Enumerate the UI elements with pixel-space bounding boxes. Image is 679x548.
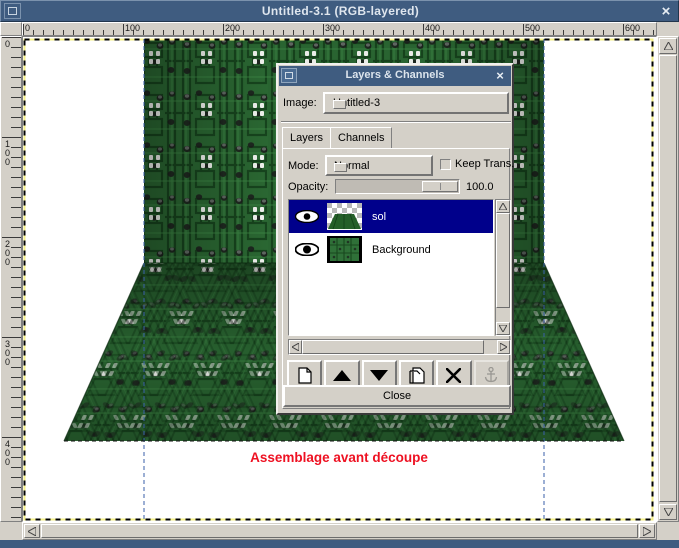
layer-name-background: Background	[372, 244, 431, 256]
window-close-icon[interactable]: ×	[656, 2, 676, 21]
opacity-slider-handle[interactable]	[422, 181, 458, 192]
svg-text:400: 400	[425, 23, 440, 33]
svg-text:0: 0	[5, 257, 10, 267]
layer-list[interactable]: sol	[288, 199, 494, 336]
scroll-down-arrow[interactable]	[659, 504, 677, 520]
window-statusbar	[0, 540, 679, 548]
list-scroll-up-arrow[interactable]	[496, 200, 510, 213]
dialog-titlebar: Layers & Channels ×	[279, 66, 511, 86]
tab-channels[interactable]: Channels	[330, 127, 392, 149]
layer-row-background[interactable]: Background	[289, 233, 493, 266]
option-menu-indicator-icon	[333, 100, 346, 109]
scroll-right-arrow[interactable]	[639, 524, 655, 538]
horizontal-ruler[interactable]: 0 100 200 300 400 500 600	[22, 22, 657, 36]
dialog-title: Layers & Channels	[279, 66, 511, 86]
layer-visibility-eye-icon[interactable]	[289, 233, 325, 266]
checkbox-box-icon	[440, 159, 451, 170]
opacity-slider[interactable]	[335, 179, 460, 194]
mode-label: Mode:	[288, 160, 319, 172]
canvas-annotation-text: Assemblage avant découpe	[250, 450, 428, 465]
svg-text:0: 0	[5, 457, 10, 467]
image-label: Image:	[283, 97, 317, 109]
list-horizontal-scroll-thumb[interactable]	[302, 340, 484, 354]
layer-thumbnail-background	[327, 236, 362, 263]
image-option-menu[interactable]: Untitled-3	[323, 92, 509, 114]
svg-text:100: 100	[125, 23, 140, 33]
svg-text:0: 0	[5, 357, 10, 367]
vertical-scroll-thumb[interactable]	[659, 55, 677, 502]
layer-thumbnail-sol	[327, 203, 362, 230]
layer-list-vertical-scrollbar[interactable]	[495, 199, 511, 336]
dialog-separator	[281, 121, 511, 123]
scroll-up-arrow[interactable]	[659, 38, 677, 54]
close-button[interactable]: Close	[283, 385, 511, 407]
svg-text:300: 300	[325, 23, 340, 33]
layer-row-sol[interactable]: sol	[289, 200, 493, 233]
ruler-corner	[0, 22, 22, 36]
left-wall	[144, 39, 268, 263]
gimp-image-window: Untitled-3.1 (RGB-layered) × 0 100 200 300 4…	[0, 0, 679, 548]
opacity-row: Opacity: 100.0	[288, 179, 508, 196]
list-scroll-down-arrow[interactable]	[496, 322, 510, 335]
vertical-ruler[interactable]: 0100200300400	[0, 36, 22, 522]
layers-tab-panel: Mode: Normal Keep Trans. Opacity: 100.0	[282, 148, 510, 409]
tab-layers[interactable]: Layers	[282, 127, 331, 149]
mode-option-menu[interactable]: Normal	[325, 155, 433, 176]
option-menu-indicator-icon	[334, 163, 347, 172]
window-title: Untitled-3.1 (RGB-layered)	[1, 1, 679, 23]
svg-text:600: 600	[625, 23, 640, 33]
svg-text:0: 0	[5, 39, 10, 49]
image-selector-row: Image: Untitled-3	[283, 92, 509, 116]
list-scroll-left-arrow[interactable]	[289, 340, 302, 354]
layers-and-channels-dialog[interactable]: Layers & Channels × Image: Untitled-3 La…	[276, 63, 514, 415]
layer-name-sol: sol	[372, 211, 386, 223]
horizontal-scrollbar[interactable]	[22, 522, 657, 540]
scroll-left-arrow[interactable]	[24, 524, 40, 538]
vertical-scrollbar[interactable]	[657, 36, 679, 522]
list-scroll-right-arrow[interactable]	[497, 340, 510, 354]
opacity-value: 100.0	[466, 181, 494, 193]
layer-visibility-eye-icon[interactable]	[289, 200, 325, 233]
mode-row: Mode: Normal Keep Trans.	[288, 155, 506, 177]
keep-transparency-label: Keep Trans.	[455, 158, 514, 170]
horizontal-scroll-thumb[interactable]	[41, 524, 638, 538]
scrollbar-corner	[657, 522, 679, 540]
dialog-tabs: Layers Channels	[282, 127, 510, 149]
opacity-label: Opacity:	[288, 181, 328, 193]
svg-text:0: 0	[5, 157, 10, 167]
layer-list-horizontal-scrollbar[interactable]	[288, 339, 511, 355]
list-vertical-scroll-thumb[interactable]	[496, 213, 510, 308]
svg-text:0: 0	[25, 23, 30, 33]
dialog-close-icon[interactable]: ×	[490, 66, 510, 86]
svg-text:200: 200	[225, 23, 240, 33]
window-titlebar: Untitled-3.1 (RGB-layered) ×	[0, 0, 679, 22]
svg-text:500: 500	[525, 23, 540, 33]
